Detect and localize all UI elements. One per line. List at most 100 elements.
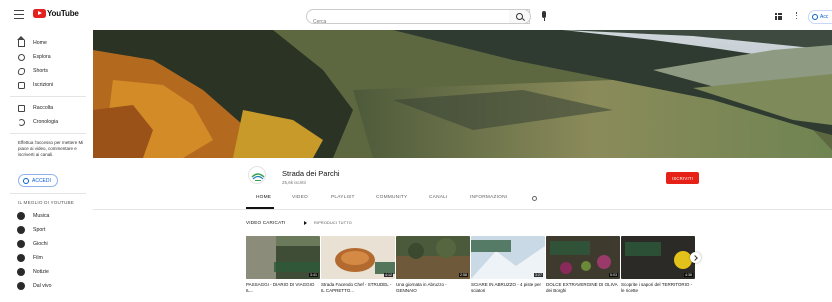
signin-label: Acc	[820, 14, 829, 20]
more-vert-icon[interactable]	[795, 12, 798, 21]
sidebar-divider	[10, 193, 86, 194]
sidebar-item-music[interactable]: Musica	[0, 209, 93, 223]
news-icon	[17, 268, 25, 276]
sidebar-item-explore[interactable]: Esplora	[0, 50, 93, 64]
login-label: ACCEDI	[32, 177, 51, 184]
sidebar-item-label: Giochi	[33, 241, 48, 247]
video-thumbnail[interactable]: 4:36	[621, 236, 695, 279]
video-duration: 3:41	[309, 273, 318, 277]
movies-icon	[17, 254, 25, 262]
music-icon	[17, 212, 25, 220]
video-thumbnail[interactable]: 4:12	[321, 236, 395, 279]
sidebar-item-sport[interactable]: Sport	[0, 223, 93, 237]
shelf-title: VIDEO CARICATI	[246, 220, 286, 225]
video-card[interactable]: 2:58 Una giornata in Abruzzo - GENNAIO	[396, 236, 470, 293]
sidebar-item-live[interactable]: Dal vivo	[0, 279, 93, 293]
sidebar-item-label: Shorts	[33, 68, 48, 74]
tab-channels[interactable]: CANALI	[429, 195, 448, 200]
tab-playlists[interactable]: PLAYLIST	[331, 195, 355, 200]
sidebar-item-label: Notizie	[33, 269, 49, 275]
sidebar-item-shorts[interactable]: Shorts	[0, 64, 93, 78]
sidebar-item-label: Raccolta	[33, 105, 54, 111]
search-icon[interactable]	[509, 9, 531, 24]
sidebar-item-subscriptions[interactable]: Iscrizioni	[0, 78, 93, 92]
video-title[interactable]: SCIARE IN ABRUZZO - 4 piste per sciatori	[471, 282, 543, 293]
microphone-icon[interactable]	[539, 11, 549, 23]
sidebar-item-label: Dal vivo	[33, 283, 52, 289]
video-duration: 2:58	[459, 273, 468, 277]
video-card[interactable]: 5:03 DOLCE EXTRAVERGINE DI OLIVA dei Bor…	[546, 236, 620, 293]
subscriptions-icon	[18, 81, 25, 89]
live-icon	[17, 282, 25, 290]
apps-grid-icon[interactable]	[775, 13, 782, 20]
video-title[interactable]: DOLCE EXTRAVERGINE DI OLIVA dei Borghi	[546, 282, 618, 293]
play-all-label[interactable]: RIPRODUCI TUTTO	[314, 221, 352, 225]
explore-icon	[18, 53, 25, 61]
sidebar-login-button[interactable]: ACCEDI	[18, 174, 58, 187]
sidebar-item-home[interactable]: Home	[0, 36, 93, 50]
sport-icon	[17, 226, 25, 234]
youtube-logo[interactable]: YouTube	[33, 9, 79, 18]
video-duration: 4:36	[684, 273, 693, 277]
sidebar-item-label: Musica	[33, 213, 50, 219]
video-title[interactable]: Strada Facendo Chef - STRUDEL - IL CAPRE…	[321, 282, 393, 293]
menu-icon[interactable]	[14, 10, 24, 19]
video-title[interactable]: PASSAGGI - DIARIO DI VIAGGIO IL...	[246, 282, 318, 293]
video-card[interactable]: 4:12 Strada Facendo Chef - STRUDEL - IL …	[321, 236, 395, 293]
chevron-right-icon[interactable]	[690, 252, 701, 263]
home-icon	[17, 36, 25, 47]
channel-banner	[93, 30, 832, 158]
gaming-icon	[17, 240, 25, 248]
channel-name: Strada dei Parchi	[282, 169, 340, 178]
history-icon	[18, 118, 25, 126]
tabs-divider	[93, 209, 832, 210]
sidebar-item-label: Sport	[33, 227, 46, 233]
channel-search-icon[interactable]	[532, 196, 537, 201]
sidebar-item-movies[interactable]: Film	[0, 251, 93, 265]
sidebar-item-label: Esplora	[33, 54, 51, 60]
sidebar-item-news[interactable]: Notizie	[0, 265, 93, 279]
youtube-play-icon	[33, 9, 46, 18]
search-input[interactable]	[307, 15, 507, 29]
tab-community[interactable]: COMMUNITY	[376, 195, 407, 200]
account-icon	[812, 14, 818, 20]
sidebar-section-title: IL MEGLIO DI YOUTUBE	[18, 200, 75, 205]
video-card[interactable]: 4:36 Scoprite i sapori del TERRITORIO - …	[621, 236, 695, 293]
sidebar-divider	[10, 133, 86, 134]
channel-logo-icon	[251, 173, 265, 181]
sidebar-item-label: Iscrizioni	[33, 82, 54, 88]
video-duration: 3:27	[534, 273, 543, 277]
tab-about[interactable]: INFORMAZIONI	[470, 195, 507, 200]
tab-home[interactable]: HOME	[256, 195, 271, 200]
sidebar-item-label: Home	[33, 40, 47, 46]
banner-landscape-image	[93, 30, 832, 158]
video-card[interactable]: 3:41 PASSAGGI - DIARIO DI VIAGGIO IL...	[246, 236, 320, 293]
video-duration: 5:03	[609, 273, 618, 277]
sidebar-item-history[interactable]: Cronologia	[0, 115, 93, 129]
video-duration: 4:12	[384, 273, 393, 277]
video-title[interactable]: Scoprite i sapori del TERRITORIO - le ri…	[621, 282, 693, 293]
sidebar-item-library[interactable]: Raccolta	[0, 101, 93, 115]
shorts-icon	[17, 67, 26, 75]
video-thumbnail[interactable]: 3:27	[471, 236, 545, 279]
search-box	[306, 9, 530, 29]
subscribe-button[interactable]: ISCRIVITI	[666, 172, 699, 184]
video-thumbnail[interactable]: 3:41	[246, 236, 320, 279]
sidebar-divider	[10, 96, 86, 97]
video-thumbnail[interactable]: 5:03	[546, 236, 620, 279]
video-title[interactable]: Una giornata in Abruzzo - GENNAIO	[396, 282, 468, 293]
play-all-icon[interactable]	[304, 221, 307, 225]
account-icon	[23, 177, 29, 184]
masthead: YouTube Acc	[0, 0, 832, 30]
sidebar: Home Esplora Shorts Iscrizioni Raccolta …	[0, 30, 93, 302]
signin-button[interactable]: Acc	[808, 10, 832, 24]
video-card[interactable]: 3:27 SCIARE IN ABRUZZO - 4 piste per sci…	[471, 236, 545, 293]
sidebar-item-label: Film	[33, 255, 43, 261]
sidebar-item-label: Cronologia	[33, 119, 59, 125]
sidebar-item-gaming[interactable]: Giochi	[0, 237, 93, 251]
video-thumbnail[interactable]: 2:58	[396, 236, 470, 279]
tab-videos[interactable]: VIDEO	[292, 195, 308, 200]
subscriber-count: 25,6k iscritti	[282, 180, 306, 185]
logo-text: YouTube	[47, 9, 79, 18]
channel-avatar[interactable]	[248, 166, 266, 184]
